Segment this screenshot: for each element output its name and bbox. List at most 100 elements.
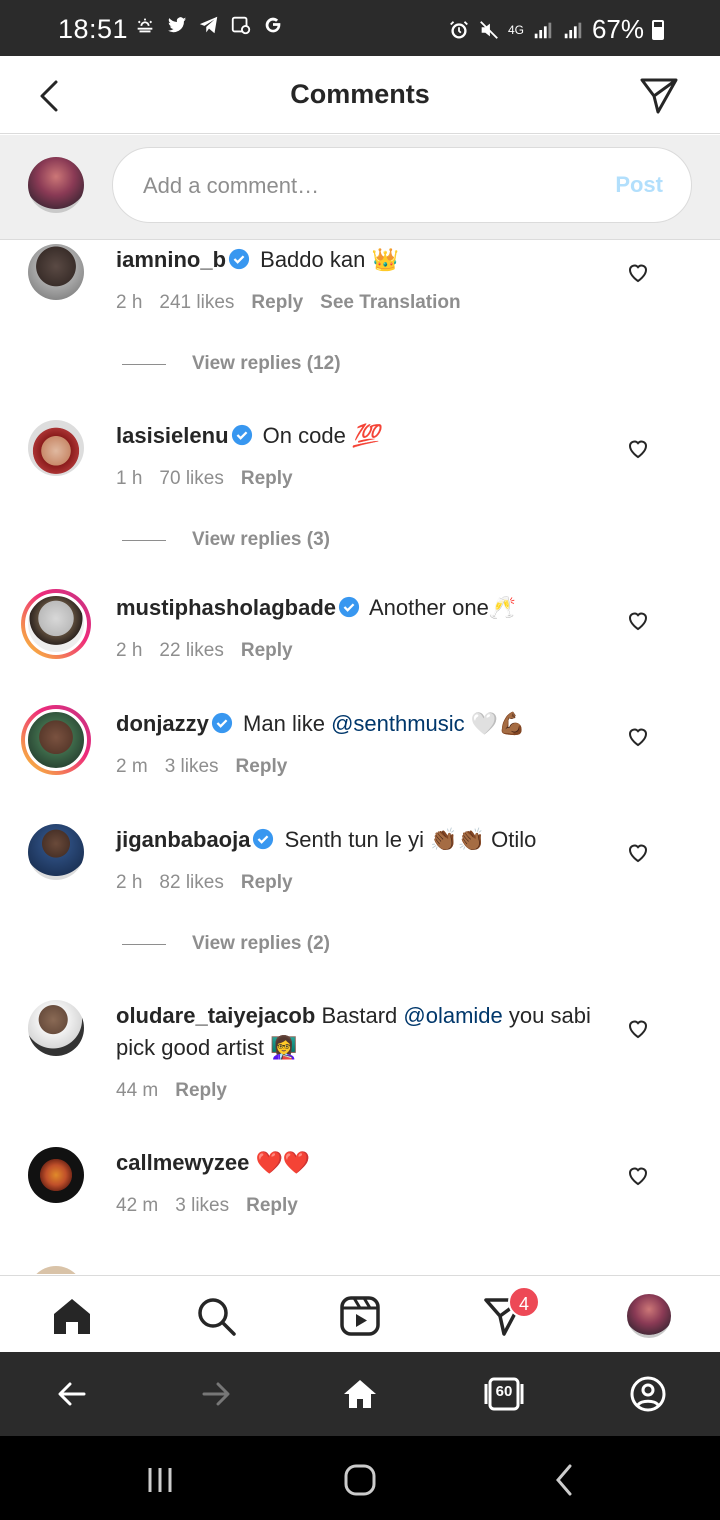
comment-time: 44 m: [116, 1080, 159, 1101]
comment-username[interactable]: donjazzy: [116, 711, 209, 736]
nav-reels[interactable]: [338, 1294, 382, 1338]
avatar[interactable]: [28, 420, 84, 476]
profile-avatar[interactable]: [627, 1294, 671, 1338]
browser-toolbar: 60: [0, 1352, 720, 1436]
weather-icon: [134, 14, 156, 36]
avatar: [25, 709, 87, 771]
search-icon: [198, 1298, 236, 1336]
verified-icon: [253, 828, 274, 850]
alarm-icon: [448, 19, 470, 41]
comment-text: lasisielenu On code 💯: [116, 420, 596, 453]
signal-icon: [532, 19, 554, 41]
comment-list[interactable]: iamnino_b Baddo kan 👑 2 h 241 likes Repl…: [0, 240, 720, 1274]
avatar: [25, 593, 87, 655]
heart-icon[interactable]: [626, 260, 650, 284]
verified-icon: [228, 248, 250, 270]
comment-username[interactable]: mustiphasholagbade: [116, 595, 336, 620]
reels-icon: [340, 1296, 380, 1336]
page-title: Comments: [290, 79, 430, 109]
comment-likes[interactable]: 3 likes: [165, 756, 219, 778]
heart-icon[interactable]: [626, 608, 650, 632]
view-replies-button[interactable]: View replies (3): [122, 529, 330, 551]
view-replies-label: View replies (2): [192, 933, 330, 954]
comment-time: 2 h: [116, 292, 143, 313]
mention-link[interactable]: @olamide: [403, 1003, 502, 1028]
reply-button[interactable]: Reply: [241, 872, 293, 894]
heart-icon[interactable]: [626, 840, 650, 864]
nav-direct[interactable]: 4: [482, 1286, 540, 1338]
heart-icon[interactable]: [626, 1016, 650, 1040]
comment-input[interactable]: Add a comment… Post: [112, 147, 692, 223]
comment-time: 2 h: [116, 640, 143, 661]
browser-account-button[interactable]: [628, 1374, 668, 1414]
signal-icon: [562, 19, 584, 41]
comment-meta: 42 m 3 likes Reply: [116, 1195, 298, 1217]
avatar-story-ring[interactable]: [21, 589, 91, 659]
comment-meta: 1 h 70 likes Reply: [116, 468, 293, 490]
comment-username[interactable]: lasisielenu: [116, 423, 229, 448]
reply-button[interactable]: Reply: [241, 640, 293, 662]
comment-likes[interactable]: 70 likes: [159, 468, 223, 490]
avatar[interactable]: [28, 824, 84, 880]
reply-button[interactable]: Reply: [246, 1195, 298, 1217]
chevron-left-icon: [556, 1464, 572, 1496]
bottom-nav: 4: [0, 1275, 720, 1351]
comment-username[interactable]: callmewyzee: [116, 1150, 249, 1175]
browser-back-button[interactable]: [52, 1374, 92, 1414]
home-icon: [54, 1299, 90, 1334]
avatar[interactable]: [28, 1266, 84, 1274]
network-type: 4G: [507, 22, 524, 37]
comment-content: Man like: [243, 711, 325, 736]
comment-placeholder: Add a comment…: [143, 173, 320, 198]
comment-content: Senth tun le yi: [284, 827, 425, 852]
reply-button[interactable]: Reply: [175, 1080, 227, 1102]
comment-meta: 2 h 82 likes Reply: [116, 872, 293, 894]
comment-username[interactable]: jiganbabaoja: [116, 827, 250, 852]
avatar[interactable]: [28, 244, 84, 300]
status-right: 4G 67%: [448, 14, 664, 45]
comment-username[interactable]: oludare_taiyejacob: [116, 1003, 315, 1028]
reply-button[interactable]: Reply: [251, 292, 303, 314]
avatar-story-ring[interactable]: [21, 705, 91, 775]
post-button[interactable]: Post: [615, 172, 663, 198]
browser-forward-button[interactable]: [196, 1374, 236, 1414]
comments-header: Comments: [0, 56, 720, 134]
share-button[interactable]: [638, 74, 680, 116]
verified-icon: [231, 424, 252, 446]
comment-content: Bastard: [321, 1003, 398, 1028]
heart-icon[interactable]: [626, 1163, 650, 1187]
recents-button[interactable]: [142, 1462, 178, 1498]
reply-button[interactable]: Reply: [236, 756, 288, 778]
view-replies-button[interactable]: View replies (12): [122, 353, 341, 375]
view-replies-label: View replies (12): [192, 353, 341, 374]
avatar[interactable]: [28, 1000, 84, 1056]
comment-username[interactable]: iamnino_b: [116, 247, 226, 272]
comment-text: jiganbabaoja Senth tun le yi 👏🏾👏🏾 Otilo: [116, 824, 596, 857]
heart-icon[interactable]: [626, 724, 650, 748]
system-nav-bar: [0, 1436, 720, 1520]
nav-home[interactable]: [50, 1294, 94, 1338]
notification-badge: 4: [508, 1286, 540, 1318]
clinking-glasses-emoji: 🥂: [488, 596, 517, 621]
comment-likes[interactable]: 22 likes: [159, 640, 223, 662]
comment-likes[interactable]: 3 likes: [175, 1195, 229, 1217]
mention-link[interactable]: @senthmusic: [331, 711, 465, 736]
comment-likes[interactable]: 241 likes: [159, 292, 234, 314]
heart-icon[interactable]: [626, 436, 650, 460]
browser-tabs-button[interactable]: 60: [484, 1374, 524, 1414]
browser-home-button[interactable]: [340, 1374, 380, 1414]
clapping-emoji: 👏🏾👏🏾: [430, 828, 485, 853]
see-translation-button[interactable]: See Translation: [320, 292, 460, 314]
avatar[interactable]: [28, 1147, 84, 1203]
nav-search[interactable]: [194, 1294, 238, 1338]
system-back-button[interactable]: [546, 1462, 582, 1498]
home-icon: [344, 1380, 376, 1408]
system-home-button[interactable]: [342, 1462, 378, 1498]
reply-button[interactable]: Reply: [241, 468, 293, 490]
view-replies-button[interactable]: View replies (2): [122, 933, 330, 955]
comment-likes[interactable]: 82 likes: [159, 872, 223, 894]
comment-time: 1 h: [116, 468, 143, 489]
comment-text: callmewyzee ❤️❤️: [116, 1147, 596, 1180]
comment-composer: Add a comment… Post: [0, 135, 720, 240]
comment-text: mustiphasholagbade Another one🥂: [116, 592, 596, 625]
